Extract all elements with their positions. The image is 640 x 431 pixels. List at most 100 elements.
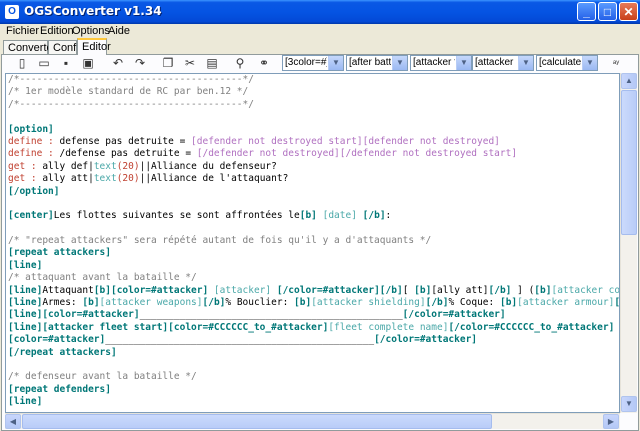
app-window: O OGSConverter v1.34 _ □ ✕ Fichier Editi…: [0, 0, 640, 431]
select-3color-value: [3color=#]: [285, 57, 327, 68]
code-token: :: [385, 210, 392, 222]
code-token: Les flottes suivantes se sont affrontées…: [53, 210, 300, 222]
code-token: defense pas detruite =: [59, 135, 192, 147]
code-token: [color=#CCCCCC_to_#attacker]: [168, 321, 329, 333]
code-token: [/color=#attacker]: [374, 334, 478, 346]
window-title: OGSConverter v1.34: [24, 4, 162, 18]
code-token: [line]: [8, 309, 43, 321]
save-as-icon[interactable]: ▣: [80, 55, 96, 71]
code-line: [/option]: [8, 186, 619, 198]
code-token: [/b]: [202, 297, 226, 309]
code-token: (20): [116, 160, 140, 172]
code-line: [line][color=#attacker]_________________…: [8, 309, 619, 321]
code-token: define :: [8, 148, 60, 160]
code-token: [repeat defenders]: [8, 383, 111, 395]
code-line: /* defenseur avant la bataille */: [8, 371, 619, 383]
select-after-battle-value: [after batt...: [349, 57, 391, 68]
tab-converter[interactable]: Converter: [3, 40, 56, 54]
vertical-scroll-thumb[interactable]: [621, 90, 637, 235]
code-token: [b][color=#attacker]: [93, 284, 209, 296]
code-editor[interactable]: /*--------------------------------------…: [5, 73, 620, 413]
code-line: /* 1er modèle standard de RC par ben.12 …: [8, 86, 619, 98]
chevron-down-icon: ▼: [518, 56, 533, 70]
code-line: [repeat defenders]: [8, 383, 619, 396]
code-token: % Bouclier:: [225, 297, 295, 309]
code-token: ||Alliance du defenseur?: [139, 160, 277, 172]
cut-icon[interactable]: ✂: [182, 55, 198, 71]
select-3color[interactable]: [3color=#] ▼: [282, 55, 344, 71]
code-token: [b]: [414, 284, 432, 296]
code-line: define : /defense pas detruite = [/defen…: [8, 148, 619, 160]
title-bar[interactable]: O OGSConverter v1.34 _ □ ✕: [0, 0, 640, 24]
select-calculate[interactable]: [calculate]... ▼: [536, 55, 598, 71]
paste-icon[interactable]: ▤: [204, 55, 220, 71]
code-token: [attacker shielding]: [311, 297, 426, 309]
horizontal-scroll-thumb[interactable]: [22, 414, 492, 429]
code-token: Attaquant: [42, 284, 94, 296]
code-token: text: [93, 160, 117, 172]
scroll-down-button[interactable]: ▼: [621, 396, 637, 412]
select-attacker[interactable]: [attacker ... ▼: [472, 55, 534, 71]
maximize-button[interactable]: □: [598, 2, 617, 21]
code-token: ________________________________________…: [105, 334, 375, 346]
minimize-button[interactable]: _: [577, 2, 596, 21]
code-token: /*--------------------------------------…: [8, 98, 254, 110]
close-button[interactable]: ✕: [619, 2, 638, 21]
code-token: [attacker weapons]: [99, 297, 203, 309]
tab-editor[interactable]: Editor: [77, 38, 111, 55]
code-token: [line]: [8, 396, 43, 408]
chevron-down-icon: ▼: [392, 56, 407, 70]
code-lines: /*--------------------------------------…: [8, 74, 620, 409]
horizontal-scrollbar[interactable]: ◀ ▶: [5, 413, 620, 429]
code-token: (20): [116, 173, 140, 185]
copy-icon[interactable]: ❐: [160, 55, 176, 71]
extra-tool-icon[interactable]: ᵃʸ: [606, 55, 626, 71]
code-token: /*--------------------------------------…: [8, 74, 254, 85]
scroll-left-button[interactable]: ◀: [5, 414, 21, 429]
select-attacker-fleet-value: [attacker f...: [413, 57, 455, 68]
code-token: [attacker armour]: [517, 297, 615, 309]
code-line: [line][attacker fleet start][color=#CCCC…: [8, 321, 619, 334]
code-token: [defender not destroyed start][defender …: [191, 135, 500, 147]
select-after-battle[interactable]: [after batt... ▼: [346, 55, 408, 71]
select-attacker-value: [attacker ...: [475, 57, 517, 68]
code-line: define : defense pas detruite = [defende…: [8, 135, 619, 148]
code-line: [line]: [8, 396, 619, 408]
vertical-scrollbar[interactable]: ▲ ▼: [620, 73, 637, 413]
tab-config[interactable]: Config: [48, 40, 85, 54]
code-token: define :: [8, 135, 60, 147]
code-token: [attacker fleet start]: [42, 321, 169, 333]
chevron-down-icon: ▼: [328, 56, 343, 70]
code-token: [line]: [8, 297, 43, 309]
find-icon[interactable]: ⚲: [232, 55, 248, 71]
code-token: [/color=#attacker]: [402, 309, 506, 321]
code-token: [line]: [8, 284, 43, 296]
new-file-icon[interactable]: ▯: [14, 55, 30, 71]
code-token: [attacker coordinates]: [551, 284, 620, 296]
code-line: [line]Attaquant[b][color=#attacker] [att…: [8, 284, 620, 297]
binoculars-icon[interactable]: ⚭: [256, 55, 272, 71]
select-attacker-fleet[interactable]: [attacker f... ▼: [410, 55, 472, 71]
code-line: /* "repeat attackers" sera répété autant…: [8, 235, 619, 247]
undo-icon[interactable]: ↶: [110, 55, 126, 71]
code-token: [/color=#attacker][/b]: [276, 284, 403, 296]
code-token: [/b]: [362, 210, 386, 222]
code-token: [/b]: [425, 297, 449, 309]
redo-icon[interactable]: ↷: [132, 55, 148, 71]
code-line: /*--------------------------------------…: [8, 74, 619, 86]
save-icon[interactable]: ▪: [58, 55, 74, 71]
open-folder-icon[interactable]: ▭: [36, 55, 52, 71]
scroll-right-button[interactable]: ▶: [603, 414, 619, 429]
scroll-up-button[interactable]: ▲: [621, 73, 637, 89]
code-line: [repeat attackers]: [8, 247, 619, 259]
tab-strip: Converter Config Editor: [0, 38, 640, 55]
code-line: [/repeat attackers]: [8, 347, 619, 359]
code-token: [/defender not destroyed][/defender not …: [196, 148, 518, 160]
select-calculate-value: [calculate]...: [539, 57, 581, 68]
code-token: [date]: [316, 210, 363, 222]
code-token: ally att|: [42, 173, 94, 185]
menu-aide[interactable]: Aide: [104, 24, 134, 38]
code-token: [color=#attacker]: [8, 334, 106, 346]
